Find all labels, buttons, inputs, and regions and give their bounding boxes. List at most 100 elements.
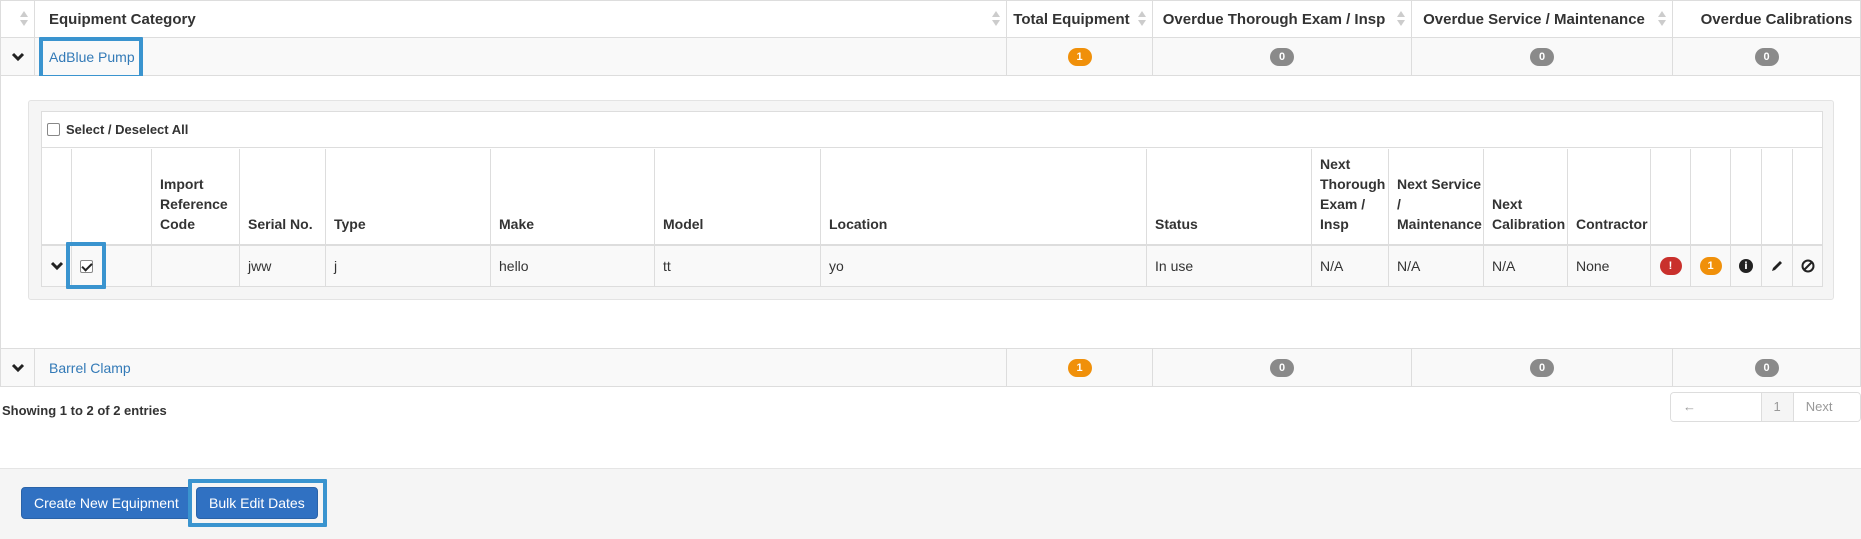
overdue-calibrations-cell: 0 xyxy=(1673,349,1860,386)
bulk-edit-dates-button[interactable]: Bulk Edit Dates xyxy=(196,487,318,519)
total-cell: 1 xyxy=(1007,38,1153,75)
subheader-serial[interactable]: Serial No. xyxy=(240,149,326,246)
subheader-label: Model xyxy=(663,216,704,232)
cell-location: yo xyxy=(821,246,1147,286)
chevron-down-icon xyxy=(11,363,24,372)
subheader-label: Serial No. xyxy=(248,216,313,232)
overdue-exam-badge: 0 xyxy=(1270,47,1294,66)
header-overdue-exam[interactable]: Overdue Thorough Exam / Insp xyxy=(1153,1,1412,37)
header-total-equipment[interactable]: Total Equipment xyxy=(1007,1,1153,37)
subheader-type[interactable]: Type xyxy=(326,149,491,246)
subheader-next-service[interactable]: Next Service / Maintenance xyxy=(1389,149,1484,246)
subheader-next-calibration[interactable]: Next Calibration xyxy=(1484,149,1568,246)
subrow-expand-toggle[interactable] xyxy=(42,246,72,286)
page-number-button[interactable]: 1 xyxy=(1761,393,1794,421)
subheader-expand xyxy=(42,149,72,246)
header-overdue-service[interactable]: Overdue Service / Maintenance xyxy=(1412,1,1673,37)
overdue-calibrations-cell: 0 xyxy=(1673,38,1860,75)
cell-alert: ! xyxy=(1651,246,1691,286)
subheader-edit xyxy=(1762,149,1793,246)
overdue-service-badge: 0 xyxy=(1530,358,1554,377)
ban-icon[interactable] xyxy=(1801,259,1815,273)
header-overdue-calibrations[interactable]: Overdue Calibrations xyxy=(1673,1,1860,37)
header-label: Equipment Category xyxy=(49,10,196,28)
expand-column-header[interactable] xyxy=(1,1,35,37)
cell-model: tt xyxy=(655,246,821,286)
info-icon[interactable]: i xyxy=(1739,259,1753,273)
chevron-down-icon xyxy=(50,261,63,271)
previous-page-button[interactable]: ← Previous xyxy=(1671,393,1762,421)
subheader-disable xyxy=(1793,149,1822,246)
sort-icon xyxy=(1138,11,1146,27)
subrow-select xyxy=(72,246,152,286)
subheader-label: Contractor xyxy=(1576,216,1648,232)
header-equipment-category[interactable]: Equipment Category xyxy=(35,1,1007,37)
cell-info: i xyxy=(1731,246,1762,286)
overdue-exam-cell: 0 xyxy=(1153,38,1412,75)
row-expand-toggle[interactable] xyxy=(1,349,35,386)
sort-icon xyxy=(1397,11,1405,27)
overdue-service-badge: 0 xyxy=(1530,47,1554,66)
subheader-label: Type xyxy=(334,216,366,232)
cell-next-calibration: N/A xyxy=(1484,246,1568,286)
subheader-status[interactable]: Status xyxy=(1147,149,1312,246)
row-select-checkbox[interactable] xyxy=(80,259,93,273)
sort-icon xyxy=(20,11,28,27)
subheader-label: Make xyxy=(499,216,535,232)
action-footer: Create New Equipment Bulk Edit Dates xyxy=(0,468,1861,539)
overdue-exam-badge: 0 xyxy=(1270,358,1294,377)
subheader-count xyxy=(1691,149,1731,246)
overdue-calibrations-badge: 0 xyxy=(1754,358,1779,377)
total-badge: 1 xyxy=(1067,47,1092,66)
header-label: Overdue Calibrations xyxy=(1700,10,1853,28)
category-cell: Barrel Clamp xyxy=(35,349,1007,386)
category-link[interactable]: Barrel Clamp xyxy=(49,360,131,376)
sort-icon xyxy=(992,11,1000,27)
category-cell: AdBlue Pump xyxy=(35,38,1007,75)
subheader-label: Location xyxy=(829,216,888,232)
subheader-label: Next Service / Maintenance xyxy=(1397,176,1482,232)
cell-make: hello xyxy=(491,246,655,286)
table-info: Showing 1 to 2 of 2 entries xyxy=(2,403,167,418)
detail-panel: Select / Deselect All Import Reference C… xyxy=(0,76,1861,349)
subheader-info xyxy=(1731,149,1762,246)
cell-count: 1 xyxy=(1691,246,1731,286)
overdue-service-cell: 0 xyxy=(1412,349,1673,386)
overdue-exam-cell: 0 xyxy=(1153,349,1412,386)
subheader-alert xyxy=(1651,149,1691,246)
alert-badge[interactable]: ! xyxy=(1659,257,1682,275)
subheader-model[interactable]: Model xyxy=(655,149,821,246)
subheader-select xyxy=(72,149,152,246)
subheader-label: Next Calibration xyxy=(1492,196,1566,232)
cell-contractor: None xyxy=(1568,246,1651,286)
detail-well: Select / Deselect All Import Reference C… xyxy=(28,100,1834,300)
overdue-service-cell: 0 xyxy=(1412,38,1673,75)
cell-status: In use xyxy=(1147,246,1312,286)
subheader-location[interactable]: Location xyxy=(821,149,1147,246)
subheader-make[interactable]: Make xyxy=(491,149,655,246)
header-label: Overdue Service / Maintenance xyxy=(1423,10,1645,28)
subheader-import-ref[interactable]: Import Reference Code xyxy=(152,149,240,246)
chevron-down-icon xyxy=(11,52,24,61)
table-row: AdBlue Pump 1 0 0 0 xyxy=(0,38,1861,76)
total-badge: 1 xyxy=(1067,358,1092,377)
total-cell: 1 xyxy=(1007,349,1153,386)
table-header: Equipment Category Total Equipment Overd… xyxy=(0,0,1861,38)
next-page-button[interactable]: Next → xyxy=(1793,393,1860,421)
cell-serial: jww xyxy=(240,246,326,286)
subheader-label: Status xyxy=(1155,216,1198,232)
category-link[interactable]: AdBlue Pump xyxy=(49,49,135,65)
select-all-bar: Select / Deselect All xyxy=(42,112,1822,148)
subheader-label: Next Thorough Exam / Insp xyxy=(1320,156,1386,232)
create-equipment-button[interactable]: Create New Equipment xyxy=(21,487,192,519)
subheader-contractor[interactable]: Contractor xyxy=(1568,149,1651,246)
count-badge[interactable]: 1 xyxy=(1699,257,1722,275)
row-expand-toggle[interactable] xyxy=(1,38,35,75)
pencil-icon[interactable] xyxy=(1770,259,1784,273)
cell-next-service: N/A xyxy=(1389,246,1484,286)
cell-type: j xyxy=(326,246,491,286)
select-all-checkbox[interactable] xyxy=(47,123,60,136)
select-all-label[interactable]: Select / Deselect All xyxy=(66,122,188,137)
subheader-next-exam[interactable]: Next Thorough Exam / Insp xyxy=(1312,149,1389,246)
pagination: ← Previous 1 Next → xyxy=(1670,392,1861,422)
